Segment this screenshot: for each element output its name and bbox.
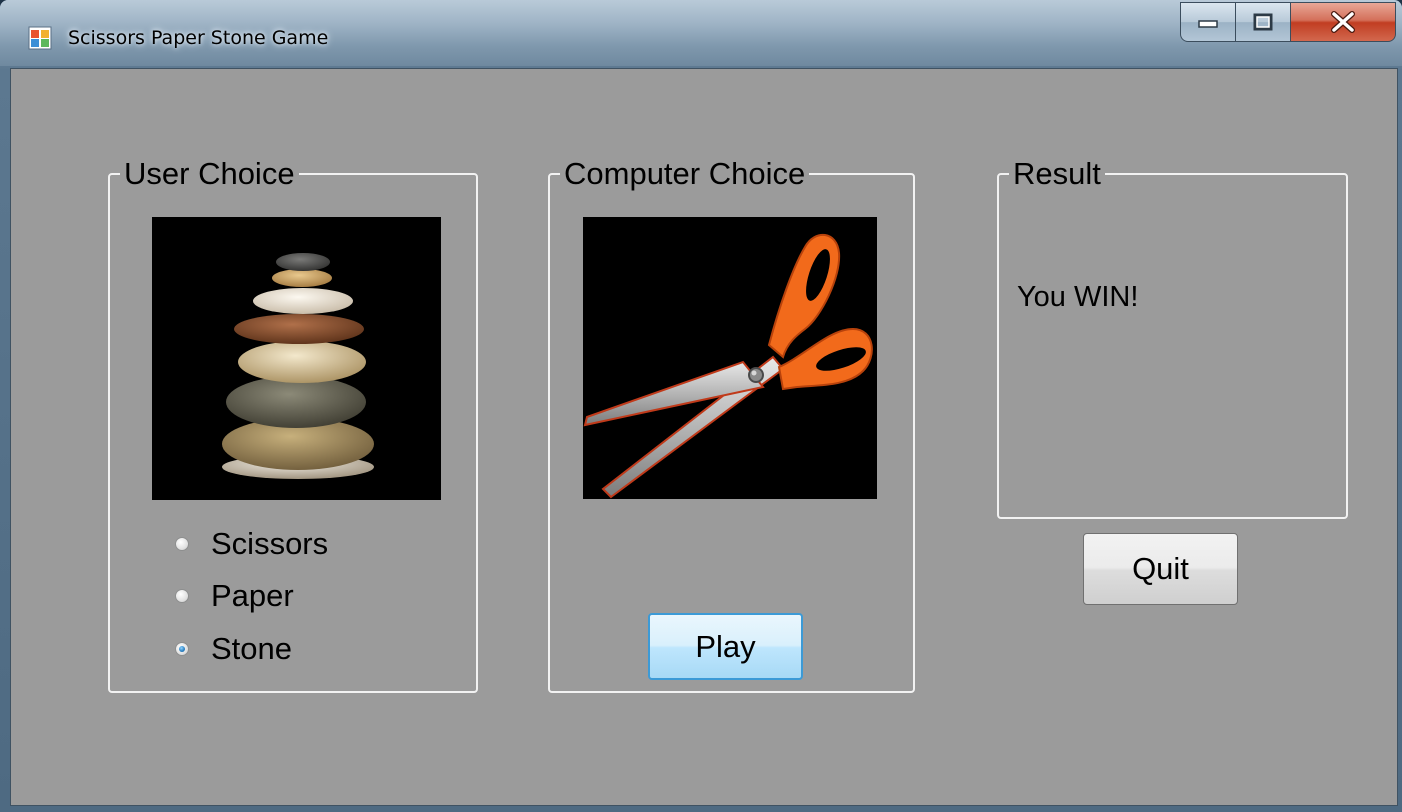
maximize-button[interactable] — [1235, 2, 1291, 42]
radio-stone[interactable]: Stone — [175, 629, 292, 669]
radio-scissors-label[interactable]: Scissors — [211, 526, 328, 562]
radio-scissors[interactable]: Scissors — [175, 524, 328, 564]
radio-paper-label[interactable]: Paper — [211, 578, 294, 614]
window-title: Scissors Paper Stone Game — [68, 27, 329, 49]
quit-button[interactable]: Quit — [1083, 533, 1238, 605]
close-button[interactable] — [1290, 2, 1396, 42]
stone-stack-image — [152, 217, 441, 500]
minimize-button[interactable] — [1180, 2, 1236, 42]
result-legend: Result — [1009, 157, 1105, 191]
app-window: Scissors Paper Stone Game User Choice Sc… — [0, 0, 1402, 812]
computer-choice-legend: Computer Choice — [560, 157, 810, 191]
radio-stone-circle[interactable] — [175, 642, 189, 656]
minimize-icon — [1198, 20, 1218, 28]
radio-paper[interactable]: Paper — [175, 576, 294, 616]
maximize-icon — [1253, 13, 1273, 31]
result-text: You WIN! — [1017, 281, 1139, 313]
scissors-icon — [583, 233, 873, 499]
title-bar[interactable]: Scissors Paper Stone Game — [0, 0, 1402, 66]
radio-paper-circle[interactable] — [175, 589, 189, 603]
close-icon — [1331, 11, 1355, 33]
user-choice-legend: User Choice — [120, 157, 299, 191]
scissors-image — [583, 217, 877, 499]
result-group: Result — [997, 157, 1348, 519]
stones-icon — [222, 253, 374, 479]
client-area: User Choice Scissors Paper Stone Compute… — [10, 68, 1398, 806]
radio-stone-label[interactable]: Stone — [211, 631, 292, 667]
app-window-icon — [28, 26, 52, 50]
radio-scissors-circle[interactable] — [175, 537, 189, 551]
play-button[interactable]: Play — [648, 613, 803, 680]
